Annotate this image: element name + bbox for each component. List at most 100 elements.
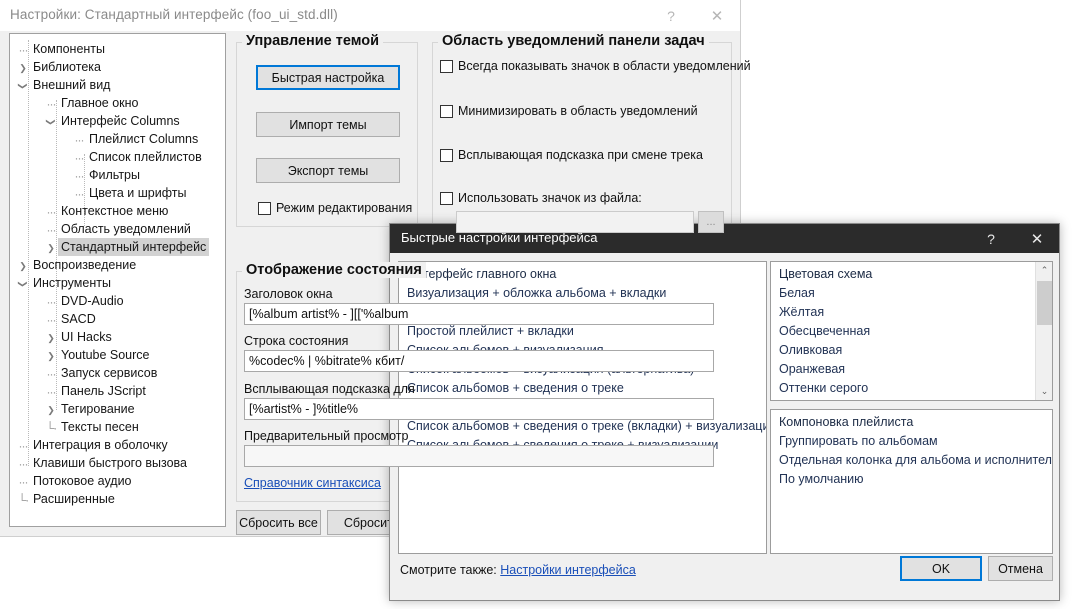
tree-item-15[interactable]: ··· SACD (10, 310, 225, 328)
checkbox-icon[interactable] (440, 148, 453, 162)
tree-item-label: Библиотека (33, 60, 101, 74)
tree-item-6[interactable]: ··· Список плейлистов (10, 148, 225, 166)
tree-item-12[interactable]: ❯ Воспроизведение (10, 256, 225, 274)
tree-item-21[interactable]: └· Тексты песен (10, 418, 225, 436)
color-scheme-listbox[interactable]: Цветовая схема Белая Жёлтая Обесцвеченная О… (770, 261, 1053, 401)
scrollbar-thumb[interactable] (1037, 281, 1052, 325)
checkbox-icon[interactable] (440, 104, 453, 118)
preview-output (244, 445, 714, 467)
color-scheme-item[interactable]: Оттенки серого (771, 379, 1052, 398)
tooltip-input[interactable]: [%artist% - ]%title% (244, 398, 714, 420)
tree-item-4[interactable]: ❯ Интерфейс Columns (10, 112, 225, 130)
status-line-input[interactable]: %codec% | %bitrate% кбит/ (244, 350, 714, 372)
tree-item-label: Фильтры (89, 168, 140, 182)
chevron-right-icon[interactable]: ❯ (44, 401, 58, 419)
checkbox-always-show-tray-row[interactable]: Всегда показывать значок в области уведо… (440, 59, 751, 73)
color-scheme-item[interactable]: Обесцвеченная (771, 322, 1052, 341)
tree-item-label: Стандартный интерфейс (58, 238, 210, 256)
tree-dot-connector-icon: ··· (46, 222, 57, 237)
playlist-layout-listbox[interactable]: Компоновка плейлиста Группировать по аль… (770, 409, 1053, 554)
cancel-button[interactable]: Отмена (988, 556, 1053, 581)
tree-item-label: Панель JScript (61, 384, 146, 398)
checkbox-use-icon-from-file-row[interactable]: Использовать значок из файла: (440, 191, 642, 205)
see-also-prefix: Смотрите также: (400, 563, 497, 577)
main-ui-item[interactable]: Список альбомов + сведения о треке (399, 379, 766, 398)
checkbox-icon[interactable] (440, 59, 453, 73)
tree-item-23[interactable]: ··· Клавиши быстрого вызова (10, 454, 225, 472)
main-ui-list-header: Интерфейс главного окна (407, 267, 557, 281)
tree-item-19[interactable]: ··· Панель JScript (10, 382, 225, 400)
tree-item-label: Интерфейс Columns (61, 114, 180, 128)
tree-item-25[interactable]: └· Расширенные (10, 490, 225, 508)
tree-item-17[interactable]: ❯ Youtube Source (10, 346, 225, 364)
playlist-layout-item[interactable]: Группировать по альбомам (771, 432, 1052, 451)
tree-item-label: Компоненты (33, 42, 106, 56)
color-scheme-item[interactable]: Белая (771, 284, 1052, 303)
chevron-right-icon[interactable]: ❯ (44, 347, 58, 365)
quick-setup-button[interactable]: Быстрая настройка (256, 65, 400, 90)
help-icon[interactable]: ? (648, 0, 694, 31)
tree-item-label: Область уведомлений (61, 222, 191, 236)
tree-dot-connector-icon: ··· (18, 438, 29, 453)
chevron-right-icon[interactable]: ❯ (44, 239, 58, 257)
chevron-right-icon[interactable]: ❯ (44, 329, 58, 347)
syntax-reference-link[interactable]: Справочник синтаксиса (244, 476, 381, 490)
import-theme-button[interactable]: Импорт темы (256, 112, 400, 137)
color-scheme-item[interactable]: Оранжевая (771, 360, 1052, 379)
dialog-help-icon[interactable]: ? (969, 224, 1013, 253)
tree-item-1[interactable]: ❯ Библиотека (10, 58, 225, 76)
tree-item-2[interactable]: ❯ Внешний вид (10, 76, 225, 94)
tree-item-3[interactable]: ··· Главное окно (10, 94, 225, 112)
tree-item-16[interactable]: ❯ UI Hacks (10, 328, 225, 346)
export-theme-button[interactable]: Экспорт темы (256, 158, 400, 183)
chevron-down-icon[interactable]: ❯ (14, 79, 32, 93)
chevron-right-icon[interactable]: ❯ (16, 59, 30, 77)
tree-item-9[interactable]: ··· Контекстное меню (10, 202, 225, 220)
tree-item-14[interactable]: ··· DVD-Audio (10, 292, 225, 310)
edit-mode-checkbox-row[interactable]: Режим редактирования (258, 201, 412, 215)
tree-item-22[interactable]: ··· Интеграция в оболочку (10, 436, 225, 454)
main-window-titlebar[interactable]: Настройки: Стандартный интерфейс (foo_ui… (0, 0, 740, 31)
ok-button[interactable]: OK (900, 556, 982, 581)
chevron-down-icon[interactable]: ❯ (14, 277, 32, 291)
tree-item-18[interactable]: ··· Запуск сервисов (10, 364, 225, 382)
tree-item-7[interactable]: ··· Фильтры (10, 166, 225, 184)
tree-item-8[interactable]: ··· Цвета и шрифты (10, 184, 225, 202)
checkbox-minimize-to-tray-row[interactable]: Минимизировать в область уведомлений (440, 104, 698, 118)
playlist-layout-item[interactable]: По умолчанию (771, 470, 1052, 489)
tree-dot-connector-icon: ··· (46, 294, 57, 309)
tree-item-0[interactable]: ··· Компоненты (10, 40, 225, 58)
playlist-layout-item[interactable]: Отдельная колонка для альбома и исполнит… (771, 451, 1052, 470)
tree-item-10[interactable]: ··· Область уведомлений (10, 220, 225, 238)
tree-item-24[interactable]: ··· Потоковое аудио (10, 472, 225, 490)
checkbox-icon[interactable] (258, 201, 271, 215)
settings-tree[interactable]: ··· Компоненты ❯ Библиотека ❯ Внешний вид ··· Г… (9, 33, 226, 527)
scrollbar[interactable]: ⌃ ⌄ (1035, 262, 1052, 400)
checkbox-icon[interactable] (440, 191, 453, 205)
status-line-label: Строка состояния (244, 334, 349, 348)
icon-path-input[interactable] (456, 211, 694, 233)
window-title-input[interactable]: [%album artist% - ][['%album (244, 303, 714, 325)
chevron-down-icon[interactable]: ❯ (42, 115, 60, 129)
ui-settings-link[interactable]: Настройки интерфейса (500, 563, 636, 577)
dialog-close-icon[interactable]: ✕ (1015, 224, 1059, 253)
color-scheme-item[interactable]: Оливковая (771, 341, 1052, 360)
main-ui-item[interactable]: Визуализация + обложка альбома + вкладки (399, 284, 766, 303)
chevron-right-icon[interactable]: ❯ (16, 257, 30, 275)
tree-item-11[interactable]: ❯ Стандартный интерфейс (10, 238, 225, 256)
scroll-up-icon[interactable]: ⌃ (1036, 262, 1052, 279)
reset-all-button[interactable]: Сбросить все (236, 510, 321, 535)
tree-item-13[interactable]: ❯ Инструменты (10, 274, 225, 292)
browse-icon-button[interactable]: ... (698, 211, 724, 233)
close-icon[interactable]: ✕ (694, 0, 740, 31)
tree-item-label: SACD (61, 312, 96, 326)
scroll-down-icon[interactable]: ⌄ (1036, 383, 1052, 400)
checkbox-track-change-popup-row[interactable]: Всплывающая подсказка при смене трека (440, 148, 703, 162)
tree-dot-connector-icon: ··· (74, 150, 85, 165)
tree-item-5[interactable]: ··· Плейлист Columns (10, 130, 225, 148)
color-scheme-item[interactable]: Привет киса! (771, 398, 1052, 400)
color-scheme-item[interactable]: Жёлтая (771, 303, 1052, 322)
tree-item-20[interactable]: ❯ Тегирование (10, 400, 225, 418)
notify-group-title: Область уведомлений панели задач (438, 33, 709, 49)
tree-dot-connector-icon: ··· (46, 366, 57, 381)
